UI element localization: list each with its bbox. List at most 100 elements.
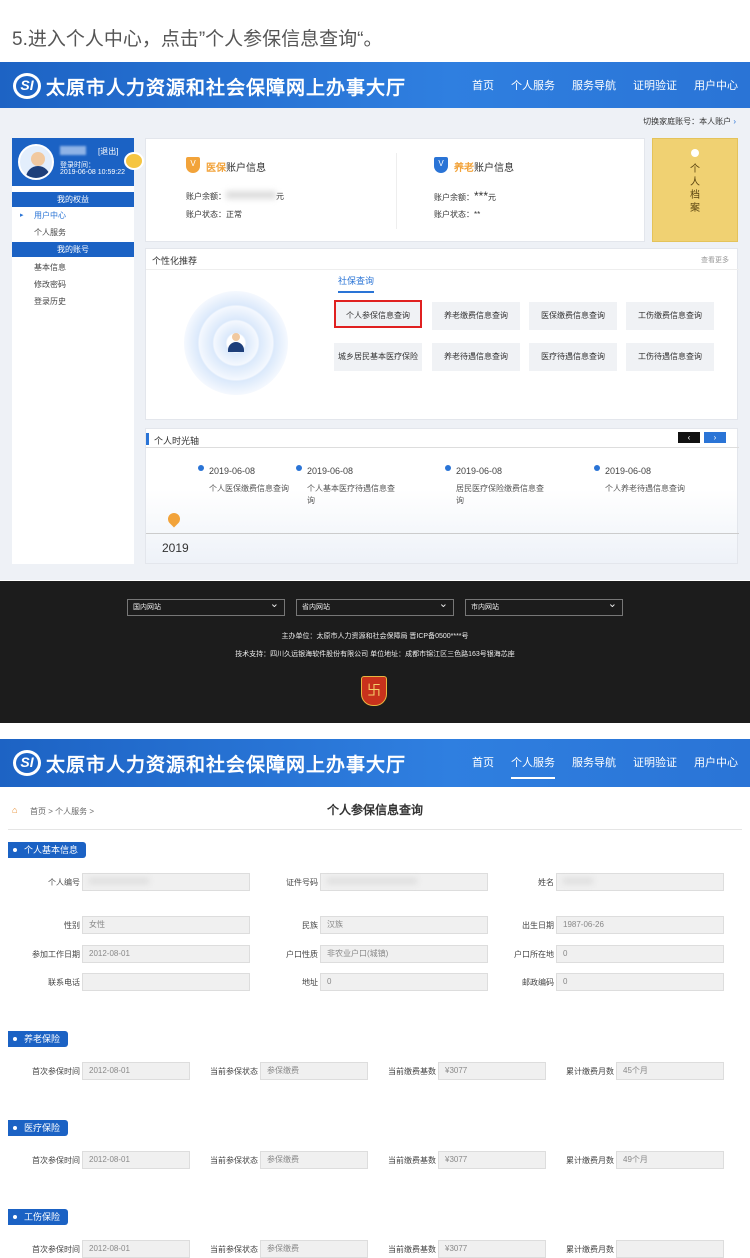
field-label: 当前缴费基数	[388, 1156, 436, 1165]
gender-field: 女性	[82, 916, 250, 934]
footer-sponsor: 主办单位：太原市人力资源和社会保障局 晋ICP备0500****号	[281, 633, 469, 640]
medical-status: 账户状态：正常	[186, 210, 242, 219]
field-label: 当前缴费基数	[388, 1067, 436, 1076]
nav-verification[interactable]: 证明验证	[633, 739, 677, 787]
sidebar-section-rights: 我的权益	[12, 192, 134, 207]
site-header: SI 太原市人力资源和社会保障网上办事大厅 首页 个人服务 服务导航 证明验证 …	[0, 62, 750, 110]
field-label: 首次参保时间	[32, 1245, 80, 1254]
divider	[396, 153, 397, 229]
login-time: 2019-06-08 10:59:22	[60, 169, 125, 176]
field-label: 民族	[302, 921, 318, 930]
sidebar-item-personal-service[interactable]: 个人服务	[34, 227, 66, 238]
timeline-prev-button[interactable]: ‹	[678, 432, 700, 443]
field-label: 参加工作日期	[32, 950, 80, 959]
nav-personal-service[interactable]: 个人服务	[511, 62, 555, 110]
si-logo-icon: SI	[13, 73, 41, 99]
pension-balance: 账户余额：***元	[434, 189, 497, 203]
timeline-accent	[146, 433, 149, 445]
payment-base-field: ¥3077	[438, 1240, 546, 1258]
nav-home[interactable]: 首页	[472, 739, 494, 787]
divider	[146, 269, 739, 270]
domestic-sites-select[interactable]: 国内网站	[127, 597, 285, 616]
site-title: 太原市人力资源和社会保障网上办事大厅	[46, 755, 407, 776]
tab-social-insurance-query[interactable]: 社保查询	[338, 274, 375, 293]
user-icon	[228, 333, 244, 353]
recommend-panel: 个性化推荐 查看更多 社保查询 个人参保信息查询 养老缴费信息查询 医保缴费信息…	[145, 248, 739, 420]
nav-user-center[interactable]: 用户中心	[694, 739, 738, 787]
archive-dot-icon	[691, 149, 699, 157]
first-enroll-field: 2012-08-01	[82, 1151, 190, 1169]
nav-home[interactable]: 首页	[472, 62, 494, 110]
timeline-event[interactable]: 个人医保缴费信息查询	[209, 483, 299, 495]
medical-account-title: 医保账户信息	[206, 163, 266, 174]
hukou-location-field: 0	[556, 945, 724, 963]
person-id-field	[82, 873, 250, 891]
field-label: 地址	[302, 978, 318, 987]
footer-support: 技术支持：四川久远银海软件股份有限公司 单位地址：成都市锦江区三色路163号银海…	[235, 651, 515, 658]
nav-verification[interactable]: 证明验证	[633, 62, 677, 110]
section-pension: 养老保险	[8, 1031, 69, 1047]
field-label: 户口所在地	[514, 950, 554, 959]
btn-pension-payment-query[interactable]: 养老缴费信息查询	[432, 302, 520, 330]
btn-medical-payment-query[interactable]: 医保缴费信息查询	[529, 302, 617, 330]
timeline-axis	[146, 533, 739, 534]
recommend-title: 个性化推荐	[152, 256, 198, 266]
enroll-status-field: 参保缴费	[260, 1151, 368, 1169]
site-title: 太原市人力资源和社会保障网上办事大厅	[46, 78, 407, 99]
archive-label: 个人档案	[690, 164, 700, 214]
nav-personal-service[interactable]: 个人服务	[511, 739, 555, 787]
gov-badge-icon[interactable]: 卐	[361, 676, 387, 706]
user-card: [退出] 登录时间： 2019-06-08 10:59:22	[12, 138, 144, 186]
timeline-event[interactable]: 个人养老待遇信息查询	[605, 483, 695, 495]
sidebar-section-account: 我的账号	[12, 242, 134, 257]
timeline-title: 个人时光轴	[154, 436, 200, 446]
city-sites-select[interactable]: 市内网站	[465, 597, 623, 616]
timeline-dot	[198, 465, 204, 471]
months-paid-field	[616, 1240, 724, 1258]
username-blurred	[60, 146, 86, 155]
months-paid-field: 45个月	[616, 1062, 724, 1080]
nav-service-guide[interactable]: 服务导航	[572, 739, 616, 787]
section-work-injury: 工伤保险	[8, 1209, 69, 1225]
btn-injury-payment-query[interactable]: 工伤缴费信息查询	[626, 302, 714, 330]
timeline-dot	[445, 465, 451, 471]
field-label: 性别	[64, 921, 80, 930]
btn-resident-medical-insurance[interactable]: 城乡居民基本医疗保险	[334, 343, 422, 371]
field-label: 累计缴费月数	[566, 1067, 614, 1076]
avatar	[18, 144, 54, 180]
main-nav: 首页 个人服务 服务导航 证明验证 用户中心	[472, 739, 738, 787]
address-field: 0	[320, 973, 488, 991]
sidebar-item-user-center[interactable]: 用户中心	[34, 210, 66, 221]
sidebar-item-basic-info[interactable]: 基本信息	[34, 262, 66, 273]
btn-medical-benefit-query[interactable]: 医疗待遇信息查询	[529, 343, 617, 371]
timeline-event[interactable]: 个人基本医疗待遇信息查询	[307, 483, 397, 507]
see-more-link[interactable]: 查看更多	[701, 255, 729, 265]
chevron-right-icon: ›	[733, 117, 736, 126]
months-paid-field: 49个月	[616, 1151, 724, 1169]
timeline-next-button[interactable]: ›	[704, 432, 726, 443]
btn-pension-benefit-query[interactable]: 养老待遇信息查询	[432, 343, 520, 371]
timeline-event[interactable]: 居民医疗保险缴费信息查询	[456, 483, 546, 507]
timeline-dot	[594, 465, 600, 471]
nav-user-center[interactable]: 用户中心	[694, 62, 738, 110]
sidebar-item-login-history[interactable]: 登录历史	[34, 296, 66, 307]
personal-archive-button[interactable]: 个人档案	[652, 138, 738, 242]
caret-right-icon: ▸	[20, 212, 24, 219]
logout-link[interactable]: [退出]	[98, 146, 118, 157]
enroll-status-field: 参保缴费	[260, 1240, 368, 1258]
timeline-date: 2019-06-08	[456, 466, 503, 476]
sidebar: [退出] 登录时间： 2019-06-08 10:59:22 我的权益 ▸ 用户…	[12, 138, 144, 564]
page-title: 个人参保信息查询	[326, 803, 423, 817]
field-label: 当前参保状态	[210, 1067, 258, 1076]
field-label: 累计缴费月数	[566, 1156, 614, 1165]
section-medical: 医疗保险	[8, 1120, 69, 1136]
field-label: 个人编号	[48, 878, 80, 887]
provincial-sites-select[interactable]: 省内网站	[296, 597, 454, 616]
nav-service-guide[interactable]: 服务导航	[572, 62, 616, 110]
sidebar-item-change-password[interactable]: 修改密码	[34, 279, 66, 290]
account-switch[interactable]: 切换家庭账号：本人账户 ›	[643, 116, 736, 127]
card-icon[interactable]	[124, 152, 144, 170]
field-label: 证件号码	[286, 878, 318, 887]
btn-injury-benefit-query[interactable]: 工伤待遇信息查询	[626, 343, 714, 371]
btn-personal-insurance-query[interactable]: 个人参保信息查询	[334, 300, 422, 328]
